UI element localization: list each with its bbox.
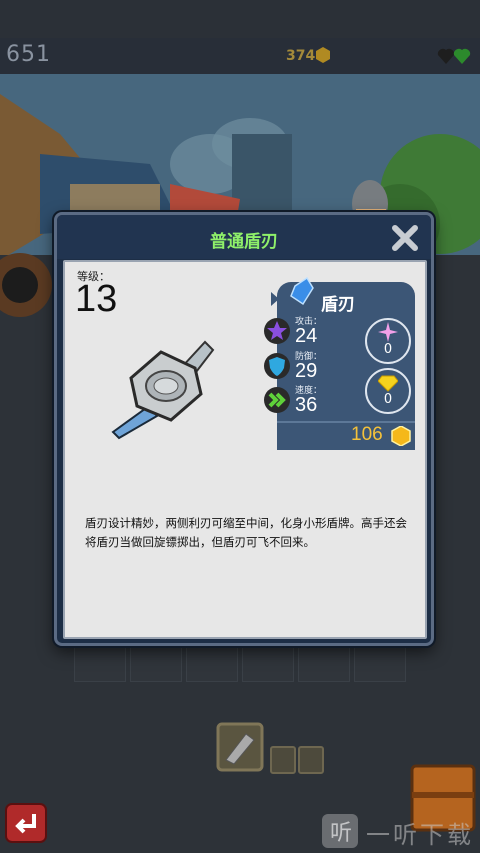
- stat-value: 29: [295, 360, 318, 382]
- yellow-diamond-gem-icon: [378, 375, 398, 392]
- broken-heart-and-heart-icon: [437, 48, 471, 64]
- speed-chevron-icon: [264, 387, 290, 413]
- item-detail-dialog: 普通盾刃 等级： 13 盾刃 攻击： 24 防御： 29 速度： 36 0 0 …: [54, 212, 434, 646]
- gold-coin-icon: [316, 47, 330, 63]
- attack-star-icon: [264, 318, 290, 344]
- item-description: 盾刃设计精妙，两侧利刃可缩至中间，化身小形盾牌。高手还会将盾刃当做回旋镖掷出，但…: [85, 516, 407, 549]
- gem-slot-value: 0: [383, 392, 393, 407]
- blue-crystal-icon: [290, 276, 314, 306]
- dialog-title: 普通盾刃: [210, 232, 278, 252]
- close-x-icon[interactable]: [390, 223, 420, 253]
- small-item-slot[interactable]: [270, 746, 296, 774]
- gem-slot-pink[interactable]: 0: [365, 318, 411, 364]
- score-counter: 651: [6, 42, 51, 67]
- back-arrow-button[interactable]: [4, 802, 48, 844]
- defense-shield-icon: [264, 353, 290, 379]
- inventory-slot[interactable]: [242, 640, 294, 682]
- tab-arrow-icon: [271, 292, 279, 306]
- stat-row-speed: 速度： 36: [263, 386, 363, 416]
- item-name: 盾刃: [321, 295, 355, 315]
- stat-row-defense: 防御： 29: [263, 352, 363, 382]
- gem-slot-yellow[interactable]: 0: [365, 368, 411, 414]
- inventory-slot[interactable]: [186, 640, 238, 682]
- price-value: 106: [351, 424, 383, 445]
- inventory-slot[interactable]: [74, 640, 126, 682]
- side-wheel-decoration: [0, 253, 52, 317]
- inventory-slot[interactable]: [130, 640, 182, 682]
- coin-counter: 374: [286, 48, 316, 64]
- item-info-panel: 等级： 13 盾刃 攻击： 24 防御： 29 速度： 36 0 0 106 盾…: [63, 260, 427, 639]
- svg-text:听: 听: [330, 821, 352, 846]
- watermark-text: 一听下载: [366, 821, 474, 849]
- gem-slot-value: 0: [383, 342, 393, 357]
- stat-row-attack: 攻击： 24: [263, 317, 363, 347]
- gold-gem-icon: [391, 426, 411, 446]
- level-value: 13: [75, 278, 118, 320]
- equipped-weapon-slot[interactable]: [216, 722, 264, 772]
- stat-value: 24: [295, 325, 318, 347]
- small-item-slot[interactable]: [298, 746, 324, 774]
- stat-value: 36: [295, 394, 318, 416]
- top-hud-bar: [0, 38, 480, 74]
- inventory-slot[interactable]: [298, 640, 350, 682]
- shield-blade-weapon-icon: [111, 340, 215, 440]
- inventory-slot[interactable]: [354, 640, 406, 682]
- pink-sparkle-gem-icon: [378, 322, 398, 342]
